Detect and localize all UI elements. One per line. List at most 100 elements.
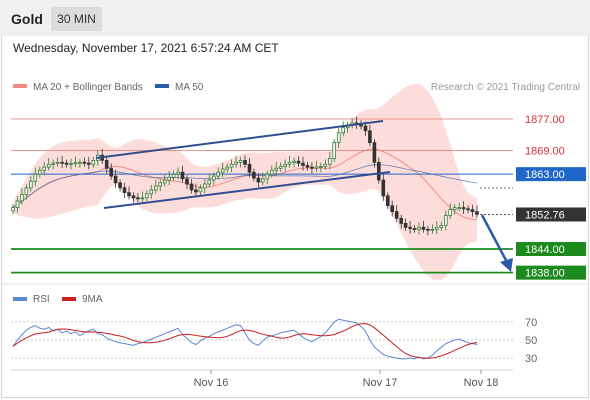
candle-body	[439, 224, 444, 228]
candle-body	[194, 189, 198, 193]
candle-body	[229, 163, 234, 168]
candle-body	[220, 168, 225, 173]
candle-body	[158, 182, 163, 187]
rsi-ma-legend-swatch	[62, 297, 76, 301]
candle-body	[252, 171, 256, 179]
candle-body	[64, 162, 69, 165]
candle-body	[91, 159, 96, 165]
candle-body	[385, 195, 390, 207]
candle-body	[269, 169, 274, 175]
candle-body	[283, 163, 287, 167]
candle-body	[60, 161, 64, 164]
candle-body	[202, 183, 207, 189]
candle-body	[443, 215, 448, 226]
price-chart[interactable]: MA 20 + Bollinger Bands MA 50 Research ©…	[0, 0, 590, 400]
ma20-legend-swatch	[13, 84, 27, 88]
candle-body	[180, 171, 185, 180]
candle-body	[256, 177, 261, 183]
candle-body	[247, 163, 252, 173]
candle-body	[310, 166, 314, 169]
candle-body	[69, 163, 73, 165]
credit-text: Research © 2021 Trading Central	[431, 82, 580, 93]
candle-body	[118, 182, 122, 189]
candle-body	[144, 193, 149, 199]
candle-body	[457, 207, 461, 210]
candle-body	[287, 161, 292, 165]
candle-body	[51, 162, 55, 165]
rsi-tick-50: 50	[525, 335, 537, 347]
forecast-arrow-shaft	[480, 214, 510, 265]
ma50-legend-swatch	[155, 84, 169, 88]
candle-body	[153, 185, 158, 191]
candle-body	[78, 161, 82, 164]
candle-body	[305, 165, 310, 168]
bollinger-band	[13, 83, 477, 281]
candle-body	[341, 127, 345, 134]
candle-body	[38, 169, 42, 175]
candle-body	[318, 165, 323, 168]
candle-body	[363, 125, 368, 132]
candle-body	[399, 217, 403, 224]
candle-body	[466, 208, 470, 211]
candle-body	[238, 159, 243, 163]
ma50-legend-label: MA 50	[175, 82, 204, 93]
candle-body	[403, 222, 408, 228]
candle-body	[15, 200, 20, 208]
candle-body	[372, 142, 377, 163]
level-label-1863.00: 1863.00	[525, 169, 565, 181]
candle-body	[323, 163, 328, 167]
candle-body	[314, 166, 319, 169]
candle-body	[171, 173, 176, 178]
candle-body	[198, 187, 203, 193]
candle-body	[461, 207, 466, 210]
candle-body	[301, 162, 305, 166]
candle-body	[11, 207, 15, 212]
candle-body	[421, 226, 426, 230]
rsi-ma-legend-label: 9MA	[82, 294, 103, 305]
candle-body	[394, 211, 399, 219]
candle-body	[376, 161, 381, 181]
candle-body	[452, 207, 457, 211]
x-tick-label: Nov 16	[194, 377, 229, 389]
candle-body	[104, 159, 109, 169]
candle-body	[417, 226, 421, 230]
rsi-line	[12, 318, 478, 360]
candle-body	[87, 162, 91, 165]
candle-body	[131, 195, 136, 199]
candle-body	[20, 194, 24, 202]
candle-body	[162, 179, 167, 184]
candle-body	[327, 157, 332, 165]
candle-body	[82, 161, 87, 164]
candle-body	[176, 171, 180, 175]
candle-body	[122, 187, 127, 193]
candle-body	[368, 130, 372, 144]
candle-body	[185, 178, 189, 185]
forecast-arrow-head	[500, 258, 513, 272]
candle-body	[265, 173, 270, 180]
candle-body	[42, 166, 46, 171]
candle-body	[430, 228, 435, 231]
rsi-legend-label: RSI	[33, 294, 50, 305]
candle-body	[149, 189, 154, 195]
candle-body	[426, 228, 430, 231]
candle-body	[332, 142, 336, 159]
x-tick-label: Nov 17	[363, 377, 398, 389]
candle-body	[448, 209, 452, 216]
level-label-1877.00: 1877.00	[525, 114, 565, 126]
candle-body	[136, 197, 140, 200]
candle-body	[189, 183, 194, 191]
candle-body	[127, 192, 131, 197]
level-label-1869.00: 1869.00	[525, 146, 565, 158]
candle-body	[390, 205, 394, 212]
candle-body	[140, 197, 145, 200]
rsi-tick-70: 70	[525, 317, 537, 329]
candle-body	[46, 163, 51, 168]
x-tick-label: Nov 18	[464, 377, 499, 389]
candle-body	[243, 159, 247, 165]
rsi-tick-30: 30	[525, 353, 537, 365]
candle-body	[225, 166, 230, 170]
candle-body	[109, 167, 114, 177]
candle-body	[73, 162, 78, 165]
candle-body	[296, 160, 301, 164]
candle-body	[470, 209, 475, 213]
